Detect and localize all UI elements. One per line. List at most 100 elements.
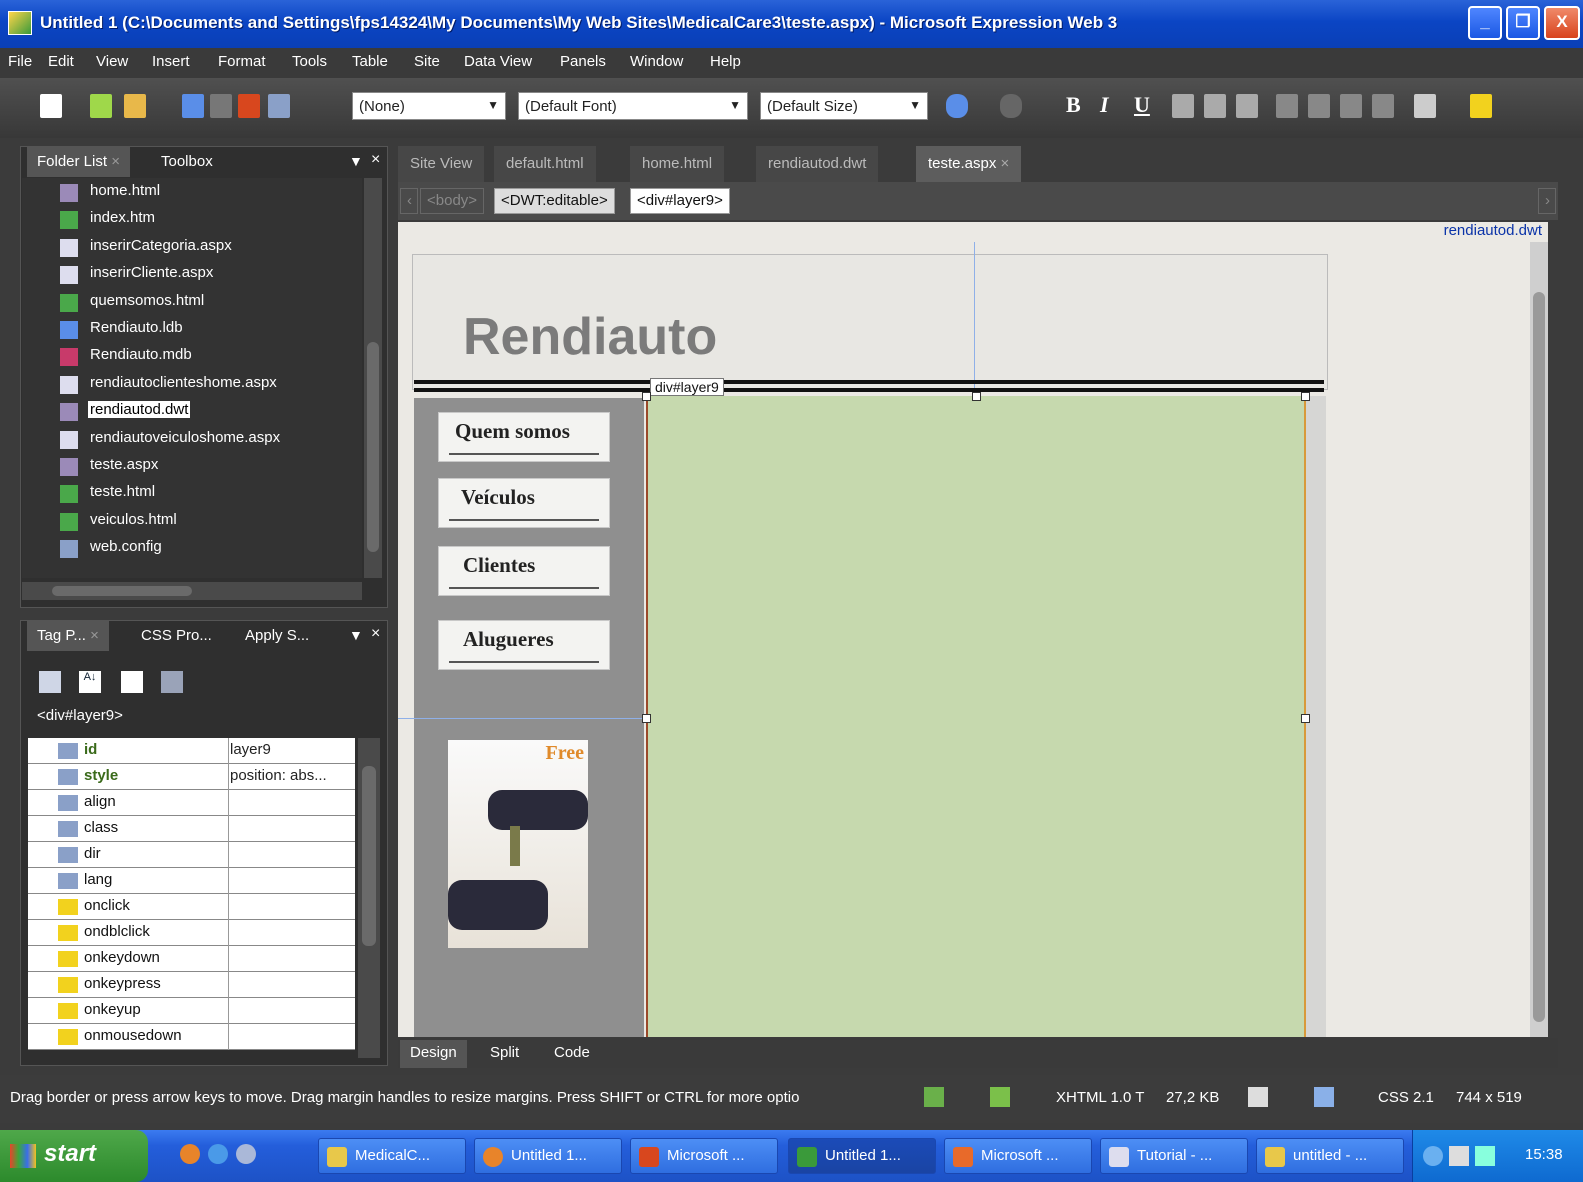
property-row[interactable]: style position: abs... <box>28 764 355 790</box>
tab-teste-aspx[interactable]: teste.aspx × <box>916 146 1022 182</box>
property-row[interactable]: class <box>28 816 355 842</box>
visual-aids-icon[interactable] <box>1248 1087 1268 1107</box>
tag-properties-icon[interactable] <box>161 671 183 693</box>
show-set-properties-icon[interactable] <box>121 671 143 693</box>
tab-rendiautod-dwt[interactable]: rendiautod.dwt <box>756 146 879 182</box>
scrollbar-thumb[interactable] <box>367 342 379 552</box>
css-version-label[interactable]: CSS 2.1 <box>1378 1089 1434 1106</box>
property-row[interactable]: onkeypress <box>28 972 355 998</box>
compatibility-icon[interactable] <box>990 1087 1010 1107</box>
align-left-icon[interactable] <box>1172 94 1194 118</box>
increase-indent-icon[interactable] <box>1372 94 1394 118</box>
font-size-dropdown[interactable]: (Default Size) ▼ <box>760 92 928 120</box>
close-button[interactable]: X <box>1544 6 1580 40</box>
menu-format[interactable]: Format <box>218 53 266 70</box>
redo-icon[interactable] <box>1000 94 1022 118</box>
title-bar[interactable]: Untitled 1 (C:\Documents and Settings\fp… <box>0 0 1583 48</box>
preview-icon[interactable] <box>268 94 290 118</box>
firefox-icon[interactable] <box>180 1144 200 1164</box>
tab-code-view[interactable]: Code <box>544 1040 600 1068</box>
menu-site[interactable]: Site <box>414 53 440 70</box>
tab-home-html[interactable]: home.html <box>630 146 725 182</box>
property-row[interactable]: id layer9 <box>28 738 355 764</box>
bold-button[interactable]: B <box>1066 92 1081 118</box>
close-icon[interactable]: × <box>371 151 380 169</box>
menu-window[interactable]: Window <box>630 53 683 70</box>
menu-data-view[interactable]: Data View <box>464 53 532 70</box>
style-app-icon[interactable] <box>1314 1087 1334 1107</box>
property-row[interactable]: onkeyup <box>28 998 355 1024</box>
resize-handle[interactable] <box>642 392 651 401</box>
task-untitled-expression-web[interactable]: Untitled 1... <box>788 1138 936 1174</box>
menu-insert[interactable]: Insert <box>152 53 190 70</box>
underline-button[interactable]: U <box>1134 92 1150 118</box>
borders-icon[interactable] <box>1414 94 1436 118</box>
property-row[interactable]: onkeydown <box>28 946 355 972</box>
new-file-icon[interactable] <box>90 94 112 118</box>
new-page-icon[interactable] <box>40 94 62 118</box>
doctype-label[interactable]: XHTML 1.0 T <box>1056 1089 1144 1106</box>
minimize-button[interactable]: _ <box>1468 6 1502 40</box>
tab-toolbox[interactable]: Toolbox <box>151 147 223 177</box>
tab-folder-list[interactable]: Folder List × <box>27 147 130 177</box>
layer9-div[interactable] <box>646 396 1306 1037</box>
menu-tools[interactable]: Tools <box>292 53 327 70</box>
sharepoint-icon[interactable] <box>238 94 260 118</box>
tab-site-view[interactable]: Site View <box>398 146 485 182</box>
page-dimensions-label[interactable]: 744 x 519 <box>1456 1089 1522 1106</box>
resize-handle[interactable] <box>1301 392 1310 401</box>
close-icon[interactable]: × <box>90 627 99 644</box>
close-icon[interactable]: × <box>111 153 120 170</box>
tab-tag-properties[interactable]: Tag P... × <box>27 621 109 651</box>
menu-view[interactable]: View <box>96 53 128 70</box>
highlight-icon[interactable] <box>1470 94 1492 118</box>
style-dropdown[interactable]: (None) ▼ <box>352 92 506 120</box>
align-right-icon[interactable] <box>1236 94 1258 118</box>
menu-table[interactable]: Table <box>352 53 388 70</box>
font-dropdown[interactable]: (Default Font) ▼ <box>518 92 748 120</box>
open-folder-icon[interactable] <box>124 94 146 118</box>
validation-icon[interactable] <box>924 1087 944 1107</box>
chrome-icon[interactable] <box>236 1144 256 1164</box>
resize-handle[interactable] <box>1301 714 1310 723</box>
menu-file[interactable]: File <box>8 53 32 70</box>
chevron-left-icon[interactable]: ‹ <box>400 188 418 214</box>
numbered-list-icon[interactable] <box>1276 94 1298 118</box>
italic-button[interactable]: I <box>1100 92 1109 118</box>
resize-handle[interactable] <box>642 714 651 723</box>
tab-default-html[interactable]: default.html <box>494 146 596 182</box>
align-center-icon[interactable] <box>1204 94 1226 118</box>
tab-split-view[interactable]: Split <box>480 1040 529 1068</box>
menu-panels[interactable]: Panels <box>560 53 606 70</box>
task-medicalcare-folder[interactable]: MedicalC... <box>318 1138 466 1174</box>
task-microsoft-2[interactable]: Microsoft ... <box>944 1138 1092 1174</box>
nav-quem-somos[interactable]: Quem somos <box>438 412 610 462</box>
scrollbar-thumb[interactable] <box>52 586 192 596</box>
file-list-hscrollbar[interactable] <box>22 582 362 600</box>
sort-az-icon[interactable]: A↓ <box>79 671 101 693</box>
nav-clientes[interactable]: Clientes <box>438 546 610 596</box>
maximize-button[interactable]: ❐ <box>1506 6 1540 40</box>
scrollbar-thumb[interactable] <box>1533 292 1545 1022</box>
volume-icon[interactable] <box>1449 1146 1469 1166</box>
design-view[interactable]: rendiautod.dwt Rendiauto Quem somos Veíc… <box>398 222 1548 1037</box>
design-scrollbar[interactable] <box>1530 242 1548 1037</box>
save-all-icon[interactable] <box>210 94 232 118</box>
bullet-list-icon[interactable] <box>1308 94 1330 118</box>
property-row[interactable]: lang <box>28 868 355 894</box>
task-untitled-paint[interactable]: untitled - ... <box>1256 1138 1404 1174</box>
close-icon[interactable]: × <box>371 625 380 643</box>
tray-expand-icon[interactable] <box>1423 1146 1443 1166</box>
property-value[interactable]: position: abs... <box>230 767 327 784</box>
tab-design-view[interactable]: Design <box>400 1040 467 1068</box>
breadcrumb-div-layer9[interactable]: <div#layer9> <box>630 188 730 214</box>
property-row[interactable]: ondblclick <box>28 920 355 946</box>
undo-icon[interactable] <box>946 94 968 118</box>
resize-handle[interactable] <box>972 392 981 401</box>
breadcrumb-dwt-editable[interactable]: <DWT:editable> <box>494 188 615 214</box>
menu-edit[interactable]: Edit <box>48 53 74 70</box>
nav-veiculos[interactable]: Veículos <box>438 478 610 528</box>
file-list-scrollbar[interactable] <box>364 178 382 578</box>
property-row[interactable]: onclick <box>28 894 355 920</box>
task-microsoft-1[interactable]: Microsoft ... <box>630 1138 778 1174</box>
